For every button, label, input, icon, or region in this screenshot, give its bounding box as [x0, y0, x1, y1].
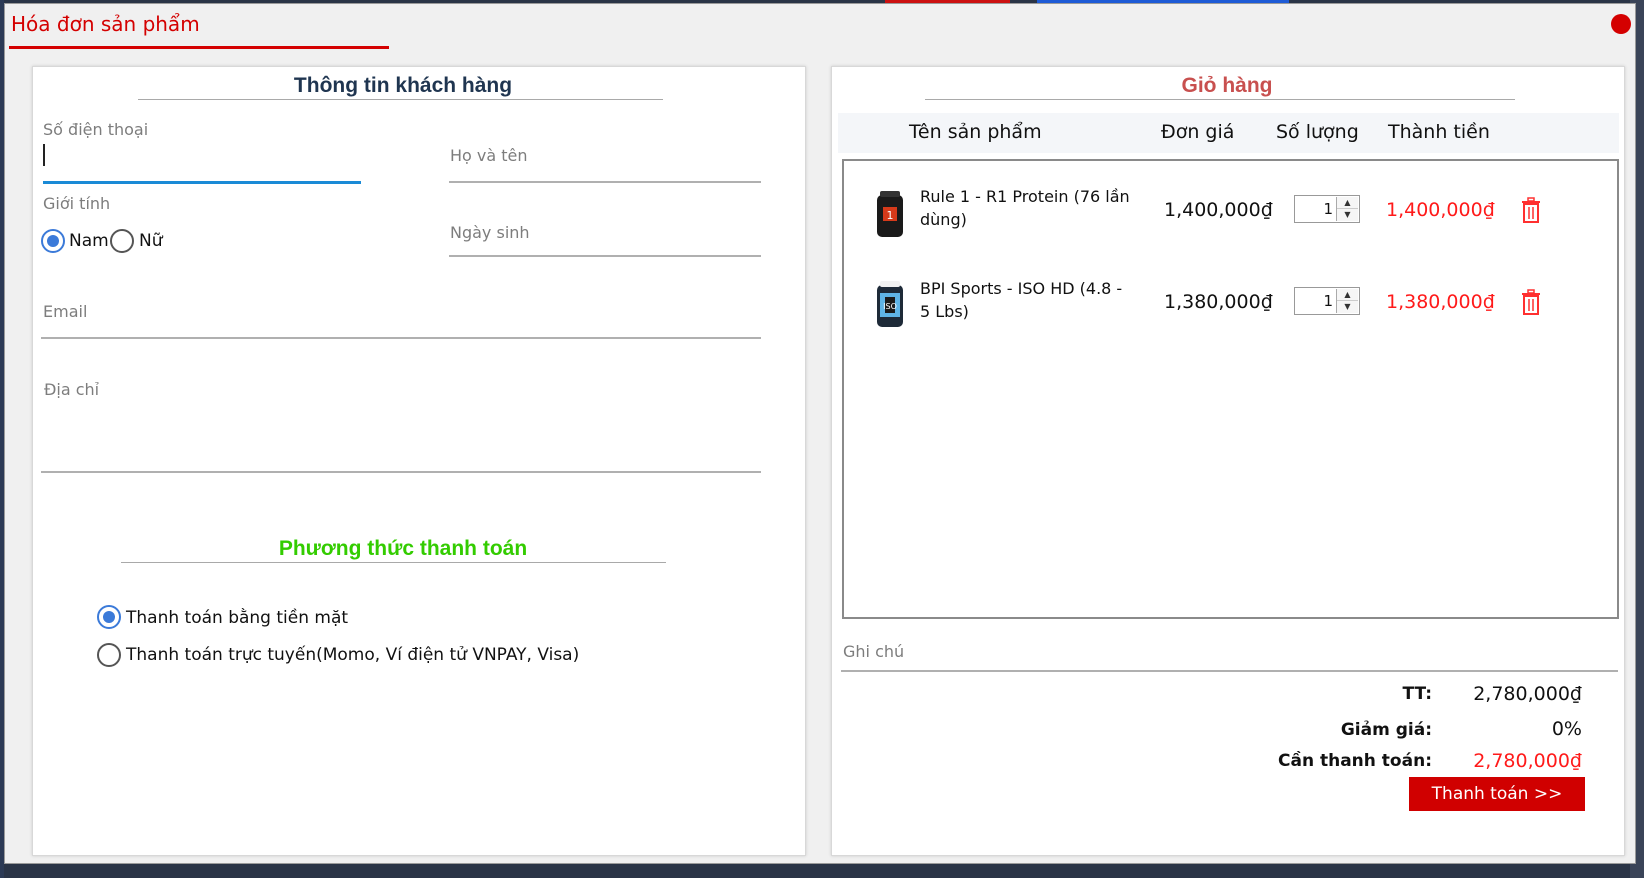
quantity-increase-button[interactable]: ▲	[1337, 197, 1358, 209]
quantity-stepper[interactable]: 1 ▲ ▼	[1294, 287, 1360, 315]
customer-panel: Thông tin khách hàng Số điện thoại Họ và…	[32, 66, 806, 856]
cart-items-list: 1 Rule 1 - R1 Protein (76 lần dùng) 1,40…	[842, 159, 1619, 619]
quantity-value: 1	[1323, 200, 1333, 218]
product-unit-price: 1,400,000₫	[1164, 199, 1273, 221]
product-name: BPI Sports - ISO HD (4.8 - 5 Lbs)	[920, 279, 1123, 321]
product-line-total: 1,400,000₫	[1386, 199, 1495, 221]
note-label: Ghi chú	[843, 642, 905, 661]
gender-label-nam: Nam	[69, 231, 109, 251]
checkout-button[interactable]: Thanh toán >>	[1409, 777, 1585, 811]
address-input[interactable]	[41, 471, 761, 473]
product-unit-price: 1,380,000₫	[1164, 291, 1273, 313]
email-label: Email	[43, 302, 88, 321]
note-input[interactable]	[841, 670, 1618, 672]
cart-row: 1 Rule 1 - R1 Protein (76 lần dùng) 1,40…	[844, 171, 1617, 251]
payment-radio-online[interactable]	[97, 643, 121, 667]
quantity-stepper[interactable]: 1 ▲ ▼	[1294, 195, 1360, 223]
quantity-decrease-button[interactable]: ▼	[1337, 301, 1358, 313]
cart-section-title: Giỏ hàng	[1181, 74, 1273, 97]
invoice-dialog: Hóa đơn sản phẩm Thông tin khách hàng Số…	[4, 3, 1636, 864]
column-quantity: Số lượng	[1276, 121, 1359, 143]
cart-table-header: Tên sản phẩm Đơn giá Số lượng Thành tiền	[838, 113, 1619, 153]
quantity-stepper-buttons: ▲ ▼	[1336, 197, 1358, 221]
column-unit-price: Đơn giá	[1161, 121, 1235, 143]
address-label: Địa chỉ	[44, 380, 100, 399]
gender-radio-nu[interactable]	[110, 229, 134, 253]
quantity-value: 1	[1323, 292, 1333, 310]
gender-label: Giới tính	[43, 194, 111, 213]
cart-panel: Giỏ hàng Tên sản phẩm Đơn giá Số lượng T…	[831, 66, 1625, 856]
svg-text:1: 1	[887, 209, 894, 222]
protein-tub-icon: ISO	[877, 281, 903, 327]
trash-icon[interactable]	[1520, 197, 1542, 223]
customer-title-underline	[138, 99, 663, 100]
cart-title-underline	[925, 99, 1515, 100]
birthday-input[interactable]	[449, 255, 761, 257]
gender-radio-nam[interactable]	[41, 229, 65, 253]
payment-label-cash: Thanh toán bằng tiền mặt	[126, 608, 349, 628]
background-window-bottom	[0, 864, 1644, 878]
column-line-total: Thành tiền	[1388, 121, 1490, 143]
quantity-decrease-button[interactable]: ▼	[1337, 209, 1358, 221]
name-label: Họ và tên	[450, 146, 528, 165]
discount-value: 0%	[1551, 718, 1582, 740]
dialog-title: Hóa đơn sản phẩm	[11, 12, 200, 36]
close-button[interactable]	[1611, 14, 1631, 34]
quantity-increase-button[interactable]: ▲	[1337, 289, 1358, 301]
email-input[interactable]	[41, 337, 761, 339]
cart-row: ISO BPI Sports - ISO HD (4.8 - 5 Lbs) 1,…	[844, 263, 1617, 343]
amount-due-value: 2,780,000₫	[1473, 750, 1582, 772]
svg-text:ISO: ISO	[883, 302, 897, 311]
protein-tub-icon: 1	[877, 191, 903, 237]
trash-icon[interactable]	[1520, 289, 1542, 315]
phone-label: Số điện thoại	[43, 120, 149, 139]
product-line-total: 1,380,000₫	[1386, 291, 1495, 313]
subtotal-value: 2,780,000₫	[1473, 683, 1582, 705]
payment-radio-cash[interactable]	[97, 605, 121, 629]
payment-label-online: Thanh toán trực tuyến(Momo, Ví điện tử V…	[126, 645, 580, 665]
birthday-label: Ngày sinh	[450, 223, 530, 242]
gender-label-nu: Nữ	[139, 231, 163, 251]
product-name: Rule 1 - R1 Protein (76 lần dùng)	[920, 187, 1130, 229]
quantity-stepper-buttons: ▲ ▼	[1336, 289, 1358, 313]
payment-title-underline	[121, 562, 666, 563]
phone-input[interactable]	[43, 181, 361, 184]
customer-section-title: Thông tin khách hàng	[293, 74, 513, 97]
name-input[interactable]	[449, 181, 761, 183]
payment-section-title: Phương thức thanh toán	[278, 537, 528, 560]
column-product-name: Tên sản phẩm	[909, 121, 1042, 143]
dialog-title-underline	[9, 46, 389, 49]
phone-input-caret	[43, 144, 45, 166]
